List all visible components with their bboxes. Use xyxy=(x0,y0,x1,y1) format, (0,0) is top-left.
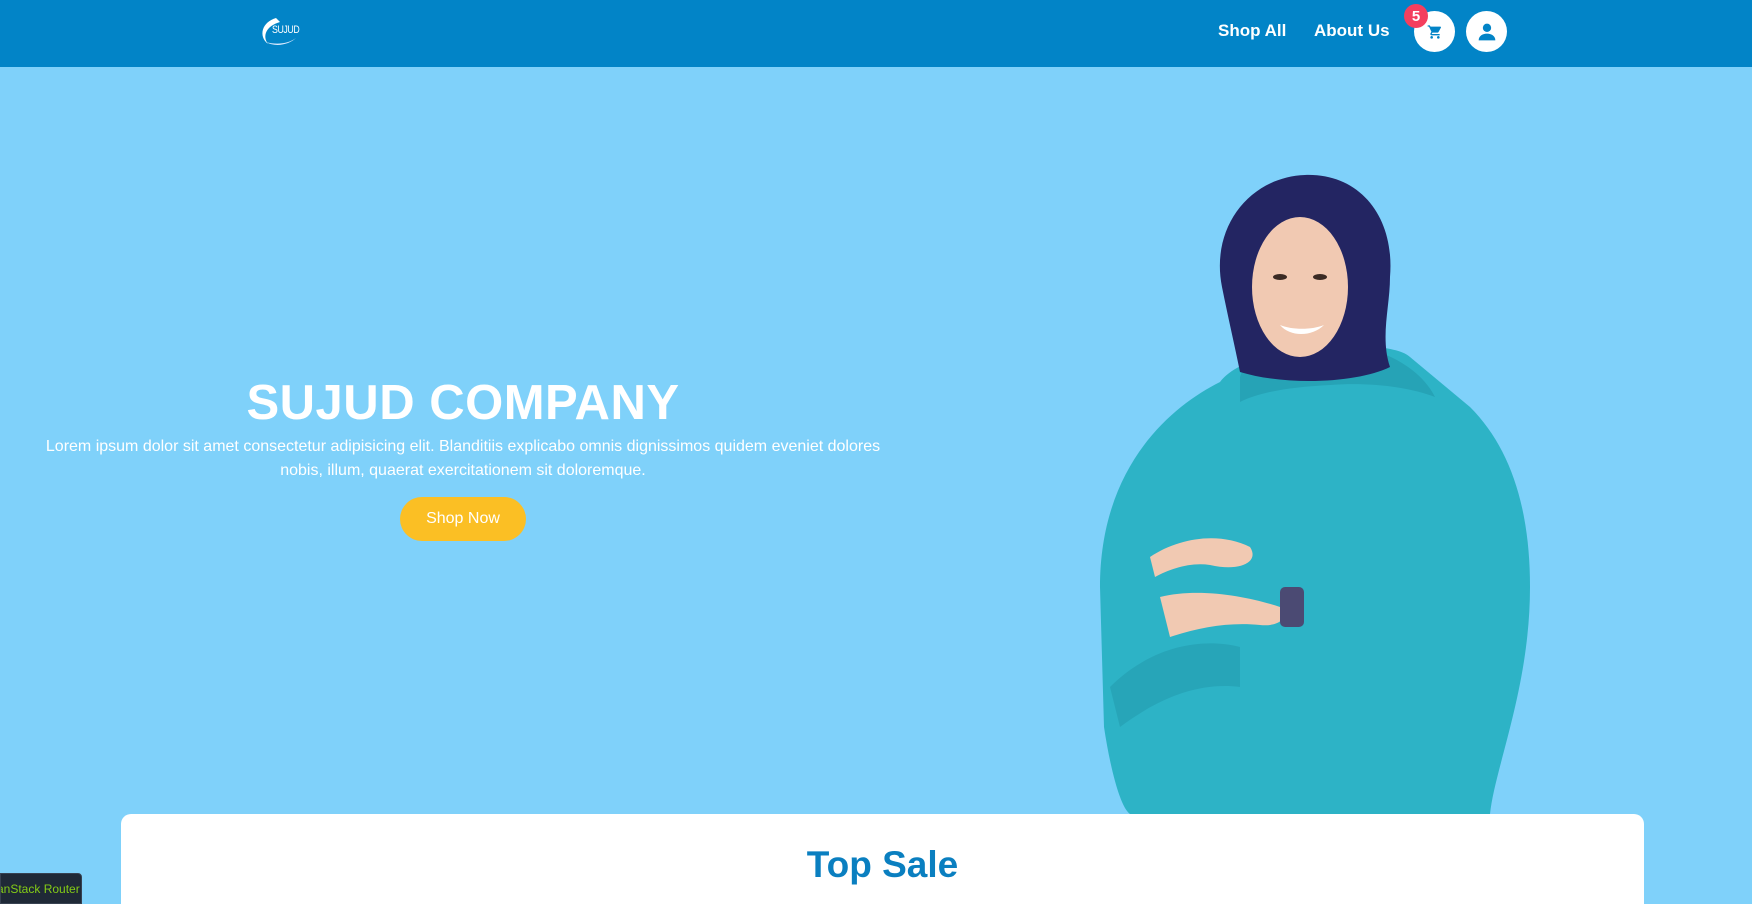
top-sale-title: Top Sale xyxy=(806,844,959,885)
user-account-button[interactable] xyxy=(1466,11,1507,52)
cart-count-badge: 5 xyxy=(1404,4,1428,28)
hero-model-image xyxy=(1100,174,1530,814)
devtools-label: TanStack Router xyxy=(1,881,80,896)
cart-icon xyxy=(1427,24,1441,39)
navbar: SUJUD Shop All About Us 5 xyxy=(0,0,1752,67)
hero-description: Lorem ipsum dolor sit amet consectetur a… xyxy=(45,438,881,479)
tanstack-router-devtools-button[interactable]: TanStack Router xyxy=(0,873,82,904)
hero-title: SUJUD COMPANY xyxy=(246,376,680,430)
shop-now-button[interactable]: Shop Now xyxy=(400,497,526,541)
hero-section: SUJUD COMPANY Lorem ipsum dolor sit amet… xyxy=(0,67,1752,814)
nav-link-shop-all[interactable]: Shop All xyxy=(1218,21,1286,41)
top-sale-section: Top Sale xyxy=(121,814,1644,904)
logo-text: SUJUD xyxy=(272,24,300,36)
nav-link-about-us[interactable]: About Us xyxy=(1314,21,1390,41)
user-icon xyxy=(1478,23,1495,40)
company-logo[interactable]: SUJUD xyxy=(256,12,306,52)
